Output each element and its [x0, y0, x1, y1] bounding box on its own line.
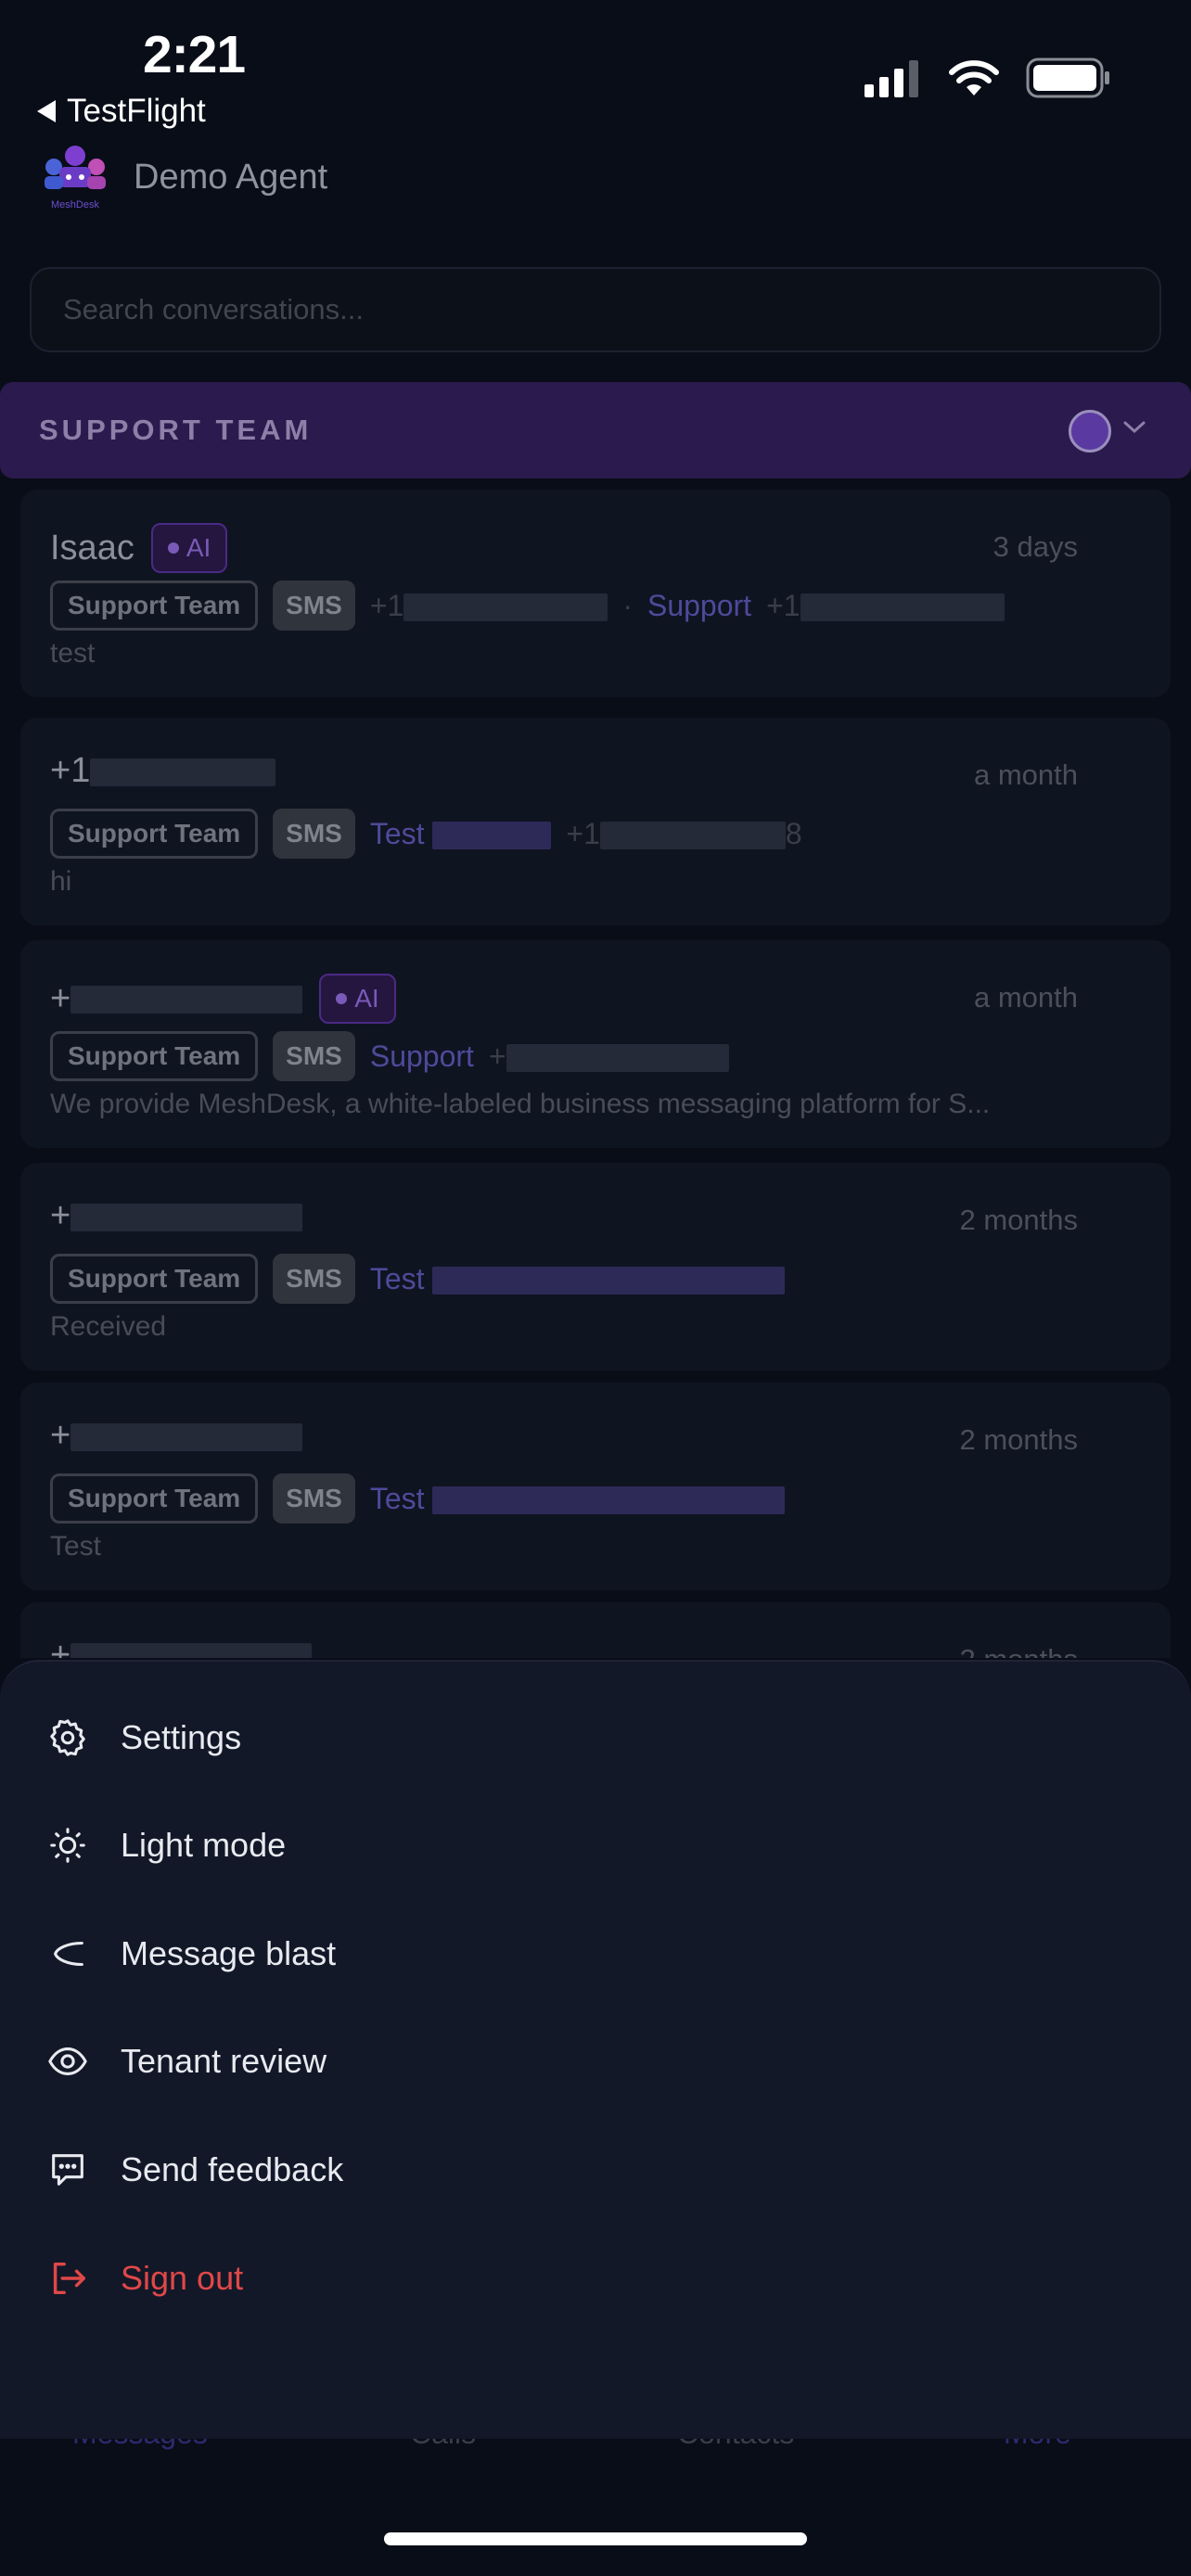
contact-name: +	[50, 979, 303, 1019]
team-tag: Support Team	[50, 1031, 259, 1081]
contact-name: +	[50, 1636, 313, 1658]
line-name-link[interactable]: Support	[647, 589, 751, 623]
conversation-time: a month	[973, 759, 1078, 791]
menu-label: Message blast	[121, 1934, 337, 1972]
blast-icon	[54, 1941, 83, 1967]
battery-icon	[1026, 57, 1109, 98]
menu-message-blast[interactable]: Message blast	[46, 1917, 336, 1991]
conversation-list: Isaac AI 3 days Support Team SMS +1 · Su…	[20, 490, 1171, 1658]
contact-name: Isaac	[50, 528, 134, 567]
sun-icon	[50, 1828, 85, 1863]
line-name-link[interactable]: Test	[370, 1262, 786, 1296]
menu-label: Settings	[121, 1718, 242, 1756]
more-menu-sheet: Settings Light mode Message blast Tenant…	[0, 1660, 1191, 2439]
message-preview: hi	[50, 866, 72, 897]
home-indicator[interactable]	[384, 2532, 807, 2545]
message-preview: We provide MeshDesk, a white-labeled bus…	[50, 1089, 991, 1119]
menu-label: Send feedback	[121, 2150, 344, 2188]
line-name-link[interactable]: Support	[370, 1039, 474, 1074]
feedback-icon	[52, 2154, 83, 2186]
conversation-time: 3 days	[992, 530, 1078, 563]
from-number: +1	[370, 589, 608, 623]
conversation-time: 2 months	[959, 1204, 1078, 1236]
conversation-time: 2 months	[959, 1643, 1078, 1658]
to-number: +1	[766, 589, 1005, 623]
channel-tag: SMS	[273, 1031, 355, 1081]
menu-sign-out[interactable]: Sign out	[46, 2241, 243, 2315]
meshdesk-logo: MeshDesk	[39, 139, 111, 213]
back-arrow-icon	[37, 100, 56, 122]
conversation-row[interactable]: +1 a month Support Team SMS Test +1 8 hi	[20, 718, 1171, 925]
conversation-time: 2 months	[959, 1423, 1078, 1456]
ai-badge: AI	[150, 523, 228, 573]
line-name-link[interactable]: Test	[370, 1482, 786, 1516]
menu-tenant-review[interactable]: Tenant review	[46, 2024, 327, 2098]
search-input[interactable]	[63, 293, 1128, 326]
channel-tag: SMS	[273, 580, 355, 631]
to-number: +	[489, 1039, 729, 1074]
wifi-icon	[949, 60, 999, 96]
message-preview: test	[50, 638, 96, 669]
team-tag: Support Team	[50, 1473, 259, 1524]
contact-name: +	[50, 1416, 303, 1456]
separator: ·	[622, 588, 633, 622]
contact-name: +1	[50, 751, 276, 791]
menu-label: Tenant review	[121, 2042, 327, 2080]
channel-tag: SMS	[273, 809, 355, 859]
agent-name: Demo Agent	[134, 158, 328, 197]
message-preview: Received	[50, 1311, 167, 1342]
conversation-row[interactable]: Isaac AI 3 days Support Team SMS +1 · Su…	[20, 490, 1171, 697]
contact-name: +	[50, 1196, 303, 1236]
conversation-time: a month	[973, 981, 1078, 1014]
back-label: TestFlight	[67, 93, 206, 129]
status-icons	[864, 57, 1111, 98]
team-tag: Support Team	[50, 1254, 259, 1304]
team-tag: Support Team	[50, 580, 259, 631]
team-selector[interactable]: SUPPORT TEAM	[0, 382, 1191, 478]
message-preview: Test	[50, 1531, 102, 1562]
team-label: SUPPORT TEAM	[39, 414, 313, 446]
sign-out-icon	[53, 2262, 85, 2295]
to-number: +1 8	[566, 816, 802, 850]
search-box	[30, 267, 1161, 352]
menu-light-mode[interactable]: Light mode	[46, 1808, 286, 1882]
menu-send-feedback[interactable]: Send feedback	[46, 2133, 343, 2207]
gear-icon	[50, 1719, 85, 1756]
team-tag: Support Team	[50, 809, 259, 859]
eye-icon	[48, 2047, 87, 2075]
menu-label: Light mode	[121, 1826, 287, 1864]
team-status-dot	[1069, 410, 1111, 453]
conversation-row[interactable]: + AI a month Support Team SMS Support + …	[20, 940, 1171, 1148]
menu-label: Sign out	[121, 2259, 244, 2297]
signal-icon	[864, 60, 918, 97]
line-name-link[interactable]: Test	[370, 817, 552, 851]
conversation-row[interactable]: + 2 months	[20, 1602, 1171, 1658]
channel-tag: SMS	[273, 1473, 355, 1524]
ai-badge: AI	[319, 974, 396, 1024]
channel-tag: SMS	[273, 1254, 355, 1304]
logo-text: MeshDesk	[51, 199, 99, 210]
back-to-testflight[interactable]: TestFlight	[37, 93, 206, 130]
conversation-row[interactable]: + 2 months Support Team SMS Test Test	[20, 1383, 1171, 1590]
status-time: 2:21	[143, 25, 246, 84]
chevron-down-icon	[1123, 421, 1146, 434]
menu-settings[interactable]: Settings	[46, 1701, 241, 1775]
conversation-row[interactable]: + 2 months Support Team SMS Test Receive…	[20, 1163, 1171, 1371]
